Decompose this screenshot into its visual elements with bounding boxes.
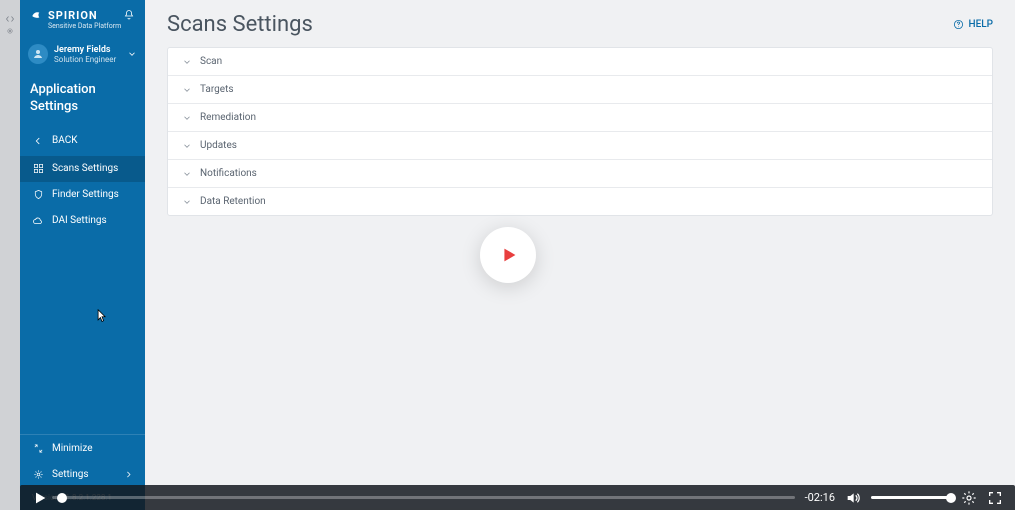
sidebar-item-label: Scans Settings xyxy=(52,163,118,174)
chevron-down-icon xyxy=(182,57,192,67)
chevron-down-icon xyxy=(182,197,192,207)
code-icon xyxy=(6,15,14,23)
cloud-icon xyxy=(32,215,44,227)
accordion-label: Remediation xyxy=(200,112,256,123)
user-name: Jeremy Fields xyxy=(54,45,116,55)
spirion-logo-icon xyxy=(30,8,44,22)
gear-icon xyxy=(961,490,977,506)
help-link[interactable]: HELP xyxy=(953,19,993,30)
user-icon xyxy=(32,48,44,60)
sidebar-back[interactable]: BACK xyxy=(20,128,145,154)
accordion-label: Notifications xyxy=(200,168,257,179)
video-progress-track[interactable] xyxy=(52,496,795,499)
video-volume-button[interactable] xyxy=(845,490,861,506)
main-header: Scans Settings HELP xyxy=(167,12,993,37)
video-settings-button[interactable] xyxy=(961,490,977,506)
grid-icon xyxy=(32,163,44,175)
video-fullscreen-button[interactable] xyxy=(987,490,1003,506)
sidebar-settings[interactable]: Settings xyxy=(20,461,145,487)
video-control-bar: -02:16 xyxy=(20,485,1015,510)
sidebar-section-title: Application Settings xyxy=(20,72,145,122)
sidebar-item-label: DAI Settings xyxy=(52,215,107,226)
accordion-row-updates[interactable]: Updates xyxy=(168,132,992,160)
help-icon xyxy=(953,19,964,30)
sidebar-item-scans-settings[interactable]: Scans Settings xyxy=(20,156,145,182)
chevron-down-icon xyxy=(182,85,192,95)
sidebar-item-label: Finder Settings xyxy=(52,189,119,200)
video-progress-thumb[interactable] xyxy=(57,493,67,503)
chevron-down-icon xyxy=(182,113,192,123)
video-play-button[interactable] xyxy=(480,227,536,283)
chevron-right-icon xyxy=(124,470,133,479)
user-meta: Jeremy Fields Solution Engineer xyxy=(54,45,116,64)
help-label: HELP xyxy=(968,19,993,30)
video-time-remaining: -02:16 xyxy=(805,491,835,504)
accordion-label: Updates xyxy=(200,140,237,151)
accordion-row-targets[interactable]: Targets xyxy=(168,76,992,104)
page-title: Scans Settings xyxy=(167,12,313,37)
accordion-row-data-retention[interactable]: Data Retention xyxy=(168,188,992,215)
chevron-down-icon xyxy=(127,49,137,59)
sidebar-back-label: BACK xyxy=(52,135,77,146)
accordion-label: Scan xyxy=(200,56,222,67)
accordion-row-scan[interactable]: Scan xyxy=(168,48,992,76)
sidebar-item-finder-settings[interactable]: Finder Settings xyxy=(20,182,145,208)
avatar xyxy=(28,44,48,64)
fullscreen-icon xyxy=(987,490,1003,506)
sidebar-item-label: Settings xyxy=(52,469,89,480)
sidebar-nav: BACK Scans Settings Finder Settings DAI … xyxy=(20,128,145,234)
play-icon xyxy=(498,244,520,266)
brand-logo: SPIRION xyxy=(30,8,98,22)
brand-name: SPIRION xyxy=(48,9,98,22)
play-icon xyxy=(32,490,48,506)
brand-row: SPIRION xyxy=(20,0,145,24)
volume-icon xyxy=(845,490,861,506)
accordion-panel: Scan Targets Remediation Updates Notific… xyxy=(167,47,993,216)
sidebar-minimize[interactable]: Minimize xyxy=(20,435,145,461)
chevron-left-icon xyxy=(32,135,44,147)
sidebar: SPIRION Sensitive Data Platform Jeremy F… xyxy=(20,0,145,510)
gear-icon xyxy=(6,27,14,35)
editor-gutter xyxy=(0,0,20,510)
sidebar-item-dai-settings[interactable]: DAI Settings xyxy=(20,208,145,234)
video-volume-track[interactable] xyxy=(871,496,951,499)
user-role: Solution Engineer xyxy=(54,55,116,64)
accordion-label: Data Retention xyxy=(200,196,266,207)
accordion-row-remediation[interactable]: Remediation xyxy=(168,104,992,132)
shield-icon xyxy=(32,189,44,201)
video-volume-thumb[interactable] xyxy=(946,493,956,503)
chevron-down-icon xyxy=(182,141,192,151)
main-content: Scans Settings HELP Scan Targets Remedia… xyxy=(145,0,1015,485)
accordion-row-notifications[interactable]: Notifications xyxy=(168,160,992,188)
brand-tagline: Sensitive Data Platform xyxy=(20,22,145,36)
video-play-toggle[interactable] xyxy=(32,490,48,506)
accordion-label: Targets xyxy=(200,84,234,95)
sidebar-item-label: Minimize xyxy=(52,443,93,454)
bell-icon[interactable] xyxy=(123,9,135,21)
chevron-down-icon xyxy=(182,169,192,179)
collapse-icon xyxy=(32,442,44,454)
user-menu[interactable]: Jeremy Fields Solution Engineer xyxy=(20,36,145,72)
gear-icon xyxy=(32,468,44,480)
